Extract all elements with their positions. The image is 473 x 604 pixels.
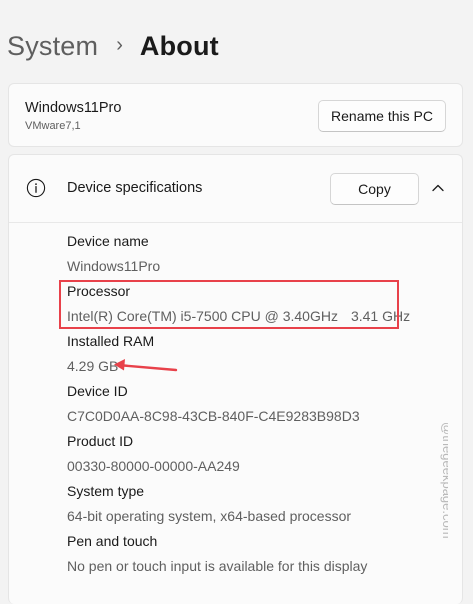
spec-label-product-id: Product ID xyxy=(67,433,134,449)
spec-value-device-id: C7C0D0AA-8C98-43CB-840F-C4E9283B98D3 xyxy=(67,408,360,424)
watermark-text: @thegeekpage.com xyxy=(440,422,448,539)
spec-label-system-type: System type xyxy=(67,483,145,499)
pc-name: Windows11Pro xyxy=(25,100,122,116)
pc-name-card: Windows11Pro VMware7,1 Rename this PC xyxy=(8,83,463,147)
chevron-up-icon[interactable] xyxy=(429,179,447,197)
spec-label-installed-ram: Installed RAM xyxy=(67,333,155,349)
red-arrow-icon xyxy=(114,359,178,372)
spec-value-pen-and-touch: No pen or touch input is available for t… xyxy=(67,558,368,574)
spec-value-device-name: Windows11Pro xyxy=(67,258,161,274)
breadcrumb: System › About xyxy=(7,28,219,64)
device-specifications-card: Device specifications Copy Device name W… xyxy=(8,154,463,604)
page-title: About xyxy=(139,30,219,61)
watermark: @thegeekpage.com xyxy=(440,422,448,539)
processor-speed: 3.41 GHz xyxy=(350,308,411,324)
device-specifications-title: Device specifications xyxy=(67,180,203,196)
rename-pc-button[interactable]: Rename this PC xyxy=(318,100,446,132)
spec-value-product-id: 00330-80000-00000-AA249 xyxy=(67,458,240,474)
info-icon xyxy=(26,178,46,198)
pc-model: VMware7,1 xyxy=(25,120,81,132)
spec-label-processor: Processor xyxy=(67,283,131,299)
breadcrumb-system-link[interactable]: System xyxy=(7,31,98,62)
spec-value-system-type: 64-bit operating system, x64-based proce… xyxy=(67,508,352,524)
spec-label-device-name: Device name xyxy=(67,233,149,249)
device-specifications-header[interactable]: Device specifications Copy xyxy=(9,155,462,223)
chevron-right-icon: › xyxy=(116,33,123,56)
spec-value-processor: Intel(R) Core(TM) i5-7500 CPU @ 3.40GHz 3… xyxy=(67,308,410,324)
spec-label-device-id: Device ID xyxy=(67,383,128,399)
spec-label-pen-and-touch: Pen and touch xyxy=(67,533,158,549)
copy-button[interactable]: Copy xyxy=(330,173,419,205)
spec-value-installed-ram: 4.29 GB xyxy=(67,358,119,374)
processor-model: Intel(R) Core(TM) i5-7500 CPU @ 3.40GHz xyxy=(67,308,338,324)
